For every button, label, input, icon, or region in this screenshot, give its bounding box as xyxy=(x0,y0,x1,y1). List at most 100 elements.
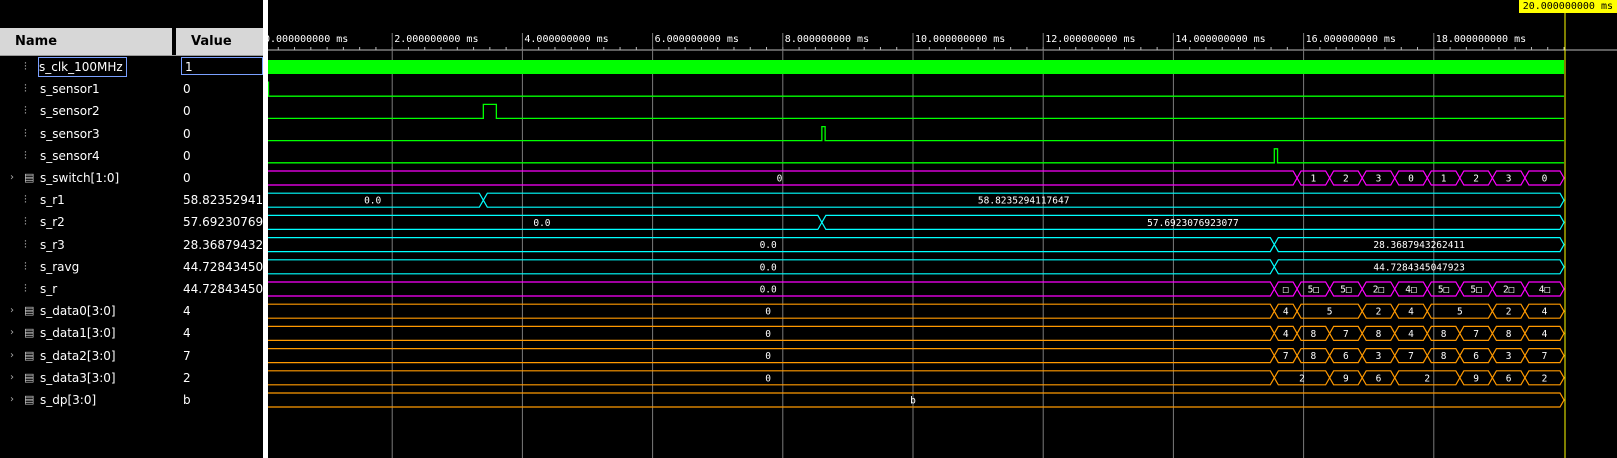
signal-name[interactable]: s_r3 xyxy=(40,234,65,256)
bus-signal-icon: ▤ xyxy=(24,304,35,318)
signal-value: 4 xyxy=(183,326,191,341)
signal-row[interactable]: ⫶ s_sensor1 xyxy=(0,78,172,100)
expand-arrow-icon[interactable]: › xyxy=(10,322,14,344)
bus-value-label: 4□ xyxy=(1539,285,1551,296)
bus-value-label: 1 xyxy=(1310,174,1316,185)
signal-name[interactable]: s_r2 xyxy=(40,211,65,233)
signal-row[interactable]: ⫶ s_sensor4 xyxy=(0,145,172,167)
signal-value: 0 xyxy=(183,171,191,185)
expand-arrow-icon[interactable]: › xyxy=(10,167,14,189)
bus-value-label: 58.8235294117647 xyxy=(978,196,1070,207)
clock-waveform xyxy=(268,60,1564,74)
signal-name[interactable]: s_ravg xyxy=(40,256,79,278)
signal-value: 4 xyxy=(183,304,191,319)
bit-waveform xyxy=(268,148,1564,164)
bus-value-label: 2□ xyxy=(1503,285,1515,296)
time-tick-label: 2.000000000 ms xyxy=(394,34,478,45)
bus-value-label: 9 xyxy=(1343,373,1349,384)
signal-row[interactable]: › ▤ s_switch[1:0] xyxy=(0,167,172,189)
signal-row[interactable]: ⫶ s_r1 xyxy=(0,189,172,211)
signal-name[interactable]: s_data1[3:0] xyxy=(40,322,116,344)
bus-segment xyxy=(268,348,1275,364)
bus-value-label: 1 xyxy=(1441,174,1447,185)
bus-value-label: 0 xyxy=(765,307,771,318)
cursor-time-label[interactable]: 20.000000000 ms xyxy=(1518,0,1617,13)
bit-signal-icon: ⫶ xyxy=(24,237,27,251)
bus-value-label: 7 xyxy=(1542,351,1548,362)
signal-name[interactable]: s_switch[1:0] xyxy=(40,167,119,189)
signal-row[interactable]: ⫶ s_r3 xyxy=(0,234,172,256)
expand-arrow-icon[interactable]: › xyxy=(10,367,14,389)
time-tick-label: 16.000000000 ms xyxy=(1306,34,1396,45)
signal-name[interactable]: s_r xyxy=(40,278,57,300)
expand-arrow-icon[interactable]: › xyxy=(10,389,14,411)
signal-name[interactable]: s_sensor3 xyxy=(40,123,100,145)
value-column-header[interactable]: Value xyxy=(176,28,263,55)
time-tick-label: 8.000000000 ms xyxy=(785,34,869,45)
bus-value-label: b xyxy=(910,396,916,407)
bus-value-label: 8 xyxy=(1506,329,1512,340)
bus-value-label: 8 xyxy=(1376,329,1382,340)
signal-name[interactable]: s_data3[3:0] xyxy=(40,367,116,389)
signal-name[interactable]: s_sensor1 xyxy=(40,78,100,100)
signal-name[interactable]: s_data2[3:0] xyxy=(40,345,116,367)
signal-name[interactable]: s_data0[3:0] xyxy=(40,300,116,322)
signal-row[interactable]: › ▤ s_data2[3:0] xyxy=(0,345,172,367)
expand-arrow-icon[interactable]: › xyxy=(10,345,14,367)
bus-value-label: 3 xyxy=(1506,351,1512,362)
bus-segment xyxy=(268,370,1275,386)
bit-waveform xyxy=(268,125,1564,142)
signal-name[interactable]: s_r1 xyxy=(40,189,65,211)
signal-value: 44.72843450479 xyxy=(183,259,263,274)
name-column-header[interactable]: Name xyxy=(0,28,172,55)
signal-row[interactable]: ⫶ s_clk_100MHz xyxy=(0,56,172,78)
bus-signal-icon: ▤ xyxy=(24,393,35,406)
bus-value-label: 5□ xyxy=(1308,285,1320,296)
signal-row[interactable]: ⫶ s_sensor2 xyxy=(0,100,172,122)
bus-value-label: 5□ xyxy=(1438,285,1450,296)
bus-value-label: 8 xyxy=(1310,351,1316,362)
bus-value-label: 5 xyxy=(1457,307,1463,318)
bit-waveform xyxy=(268,81,1564,97)
bus-value-label: 2 xyxy=(1542,373,1548,384)
signal-name[interactable]: s_dp[3:0] xyxy=(40,389,96,411)
bus-value-label: 0 xyxy=(765,351,771,362)
bus-value-label: 0 xyxy=(1408,174,1414,185)
signal-row[interactable]: › ▤ s_dp[3:0] xyxy=(0,389,172,411)
bus-value-label: 44.7284345047923 xyxy=(1373,262,1465,273)
signal-row[interactable]: › ▤ s_data3[3:0] xyxy=(0,367,172,389)
bus-value-label: 3 xyxy=(1506,174,1512,185)
signal-row[interactable]: ⫶ s_r2 xyxy=(0,211,172,233)
signal-row[interactable]: ⫶ s_sensor3 xyxy=(0,123,172,145)
bus-value-label: 2 xyxy=(1473,174,1479,185)
bus-value-label: 3 xyxy=(1376,351,1382,362)
bus-value-label: 9 xyxy=(1473,373,1479,384)
bus-value-label: 0.0 xyxy=(760,285,777,296)
signal-value: 0 xyxy=(183,148,191,163)
signal-name[interactable]: s_sensor4 xyxy=(40,145,100,167)
signal-name[interactable]: s_clk_100MHz xyxy=(38,57,127,77)
bus-signal-icon: ▤ xyxy=(24,171,35,184)
bus-value-label: 8 xyxy=(1441,329,1447,340)
signal-row[interactable]: ⫶ s_ravg xyxy=(0,256,172,278)
signal-value: 0 xyxy=(183,126,191,141)
expand-arrow-icon[interactable]: › xyxy=(10,300,14,322)
signal-value: 0 xyxy=(183,104,191,119)
bus-value-label: 2 xyxy=(1299,373,1305,384)
time-ruler-background xyxy=(268,0,1617,56)
signal-name[interactable]: s_sensor2 xyxy=(40,100,100,122)
bit-signal-icon: ⫶ xyxy=(24,282,27,295)
signal-row[interactable]: › ▤ s_data0[3:0] xyxy=(0,300,172,322)
waveform-area[interactable]: 0.000000000 ms 2.000000000 ms 4.000000000 … xyxy=(268,0,1617,458)
signal-value: b xyxy=(183,393,191,407)
bit-signal-icon: ⫶ xyxy=(24,60,27,73)
header-divider xyxy=(0,55,263,56)
signal-row[interactable]: › ▤ s_data1[3:0] xyxy=(0,322,172,344)
time-tick-label: 14.000000000 ms xyxy=(1175,34,1265,45)
bus-value-label: 5□ xyxy=(1470,285,1482,296)
signal-row[interactable]: ⫶ s_r xyxy=(0,278,172,300)
bus-value-label: 2 xyxy=(1343,174,1349,185)
signal-value: 58.82352941176 xyxy=(183,193,263,208)
signal-value: 0 xyxy=(183,82,191,97)
bus-value-label: 0.0 xyxy=(760,262,777,273)
